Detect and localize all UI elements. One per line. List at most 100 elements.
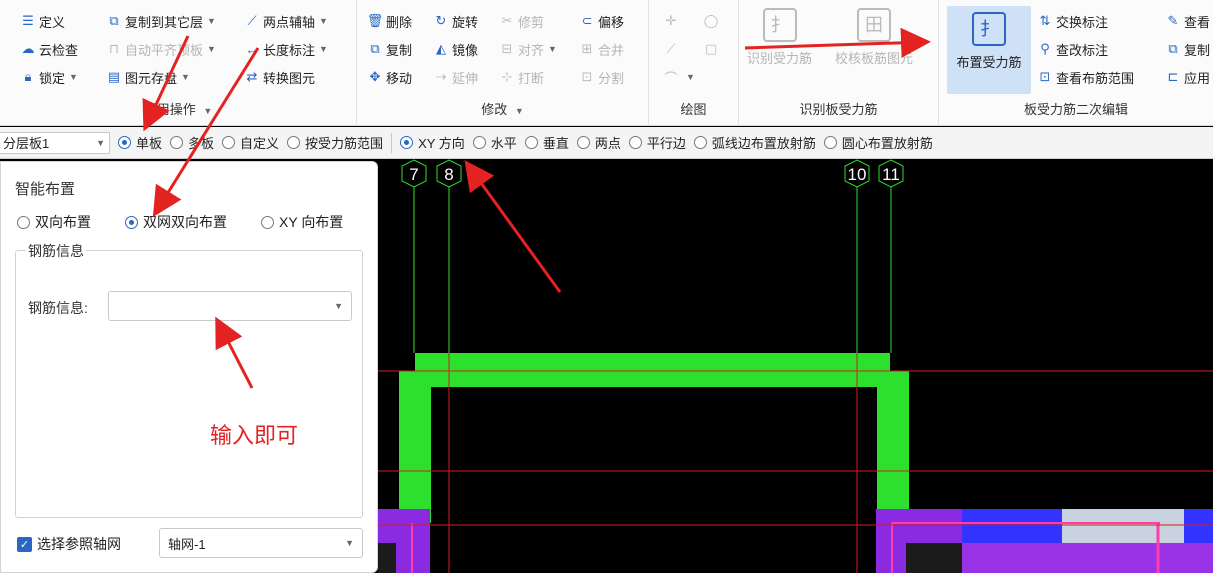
copy-rebar-icon: ⧉ xyxy=(1168,41,1178,56)
copy-button[interactable]: ⧉ 复制 xyxy=(367,38,412,60)
radio-dot xyxy=(823,136,837,149)
view-range-icon: ⊡ xyxy=(1039,69,1051,84)
axis-bubble-7[interactable]: 7 xyxy=(401,159,427,188)
identify-rebar-icon: 扌 xyxy=(762,8,797,42)
view-range-button[interactable]: ⊡ 查看布筋范围 xyxy=(1037,66,1134,88)
view-button[interactable]: ✎ 查看 xyxy=(1165,10,1210,32)
draw-rect-button[interactable]: ▢ xyxy=(703,38,722,60)
move-button[interactable]: ✥ 移动 xyxy=(367,66,412,88)
group-general-label: 通用操作 ▼ xyxy=(143,102,213,117)
beam-violet[interactable] xyxy=(962,543,1213,573)
line-icon: ⟋ xyxy=(666,41,676,56)
draw-point-button[interactable]: ✛ xyxy=(663,10,682,32)
radio-two-points[interactable]: 两点 xyxy=(576,133,621,152)
column-dark-left[interactable] xyxy=(378,543,396,573)
radio-dot xyxy=(17,215,30,229)
radio-dot xyxy=(472,136,486,149)
radio-custom[interactable]: 自定义 xyxy=(222,133,279,152)
axis-icon: ⟋ xyxy=(247,13,257,28)
draw-arc-button[interactable]: ⌒ ▼ xyxy=(663,66,694,88)
axis-bubble-10[interactable]: 10 xyxy=(844,159,870,188)
radio-double-net-bidirectional[interactable]: 双网双向布置 xyxy=(125,212,227,232)
convert-element-button[interactable]: ⇄ 转换图元 xyxy=(244,66,315,88)
group-modify: 🗑︎ 删除 ⧉ 复制 ✥ 移动 ↻ 旋转 ◭ 镜像 ⇢ 延伸 ✂ 修剪 ⊟ 对齐 ▼ ⊹ 打断 ⊂ 偏… xyxy=(357,0,649,126)
align-top-icon: ⊓ xyxy=(108,41,120,56)
chevron-down-icon: ▼ xyxy=(181,72,190,82)
axis-bubble-8[interactable]: 8 xyxy=(436,159,462,188)
draw-circle-button[interactable]: ◯ xyxy=(703,10,722,32)
check-mark-icon: ⚲ xyxy=(1040,41,1050,56)
swap-mark-button[interactable]: ⇅ 交换标注 xyxy=(1037,10,1108,32)
radio-center-radial[interactable]: 圆心布置放射筋 xyxy=(823,133,933,152)
delete-button[interactable]: 🗑︎ 删除 xyxy=(367,10,412,32)
length-mark-button[interactable]: ↔ 长度标注 ▼ xyxy=(244,38,328,60)
layout-rebar-button[interactable]: 扌 布置受力筋 xyxy=(947,6,1031,94)
radio-xy-layout[interactable]: XY 向布置 xyxy=(261,212,343,232)
axis-label: 7 xyxy=(409,165,418,184)
radio-multi-slab[interactable]: 多板 xyxy=(170,133,214,152)
trim-button[interactable]: ✂ 修剪 xyxy=(499,10,544,32)
ribbon-toolbar: ☰ 定义 ☁ 云检查 🔒︎ 锁定 ▼ ⧉ 复制到其它层 ▼ ⊓ 自动平齐顶板 ▼ ▤ 图元存盘 ▼ … xyxy=(0,0,1213,126)
draw-line-button[interactable]: ⟋ xyxy=(663,38,682,60)
layout-rebar-icon: 扌 xyxy=(972,12,1006,46)
rebar-info-select[interactable]: ▼ xyxy=(108,291,352,321)
radio-parallel-edge[interactable]: 平行边 xyxy=(628,133,686,152)
layer-select[interactable]: 分层板1 ▼ xyxy=(0,131,110,154)
column-dark[interactable] xyxy=(906,543,962,573)
group-secondary-edit: 扌 布置受力筋 ⇅ 交换标注 ⚲ 查改标注 ⊡ 查看布筋范围 ✎ 查看 ⧉ 复制 ⊏ 应用 … xyxy=(939,0,1213,126)
chevron-down-icon: ▼ xyxy=(345,538,354,548)
panel-title: 智能布置 xyxy=(15,181,76,198)
rotate-icon: ↻ xyxy=(435,13,447,28)
checkmark-icon: ✓ xyxy=(17,536,32,552)
radio-xy-direction[interactable]: XY 方向 xyxy=(400,133,465,152)
radio-dot xyxy=(576,136,590,149)
copy-rebar-button[interactable]: ⧉ 复制 xyxy=(1165,38,1210,60)
trim-icon: ✂ xyxy=(501,13,513,28)
slab-outline[interactable] xyxy=(399,353,909,523)
radio-arc-radial[interactable]: 弧线边布置放射筋 xyxy=(693,133,816,152)
apply-button[interactable]: ⊏ 应用 xyxy=(1165,66,1210,88)
align-button[interactable]: ⊟ 对齐 ▼ xyxy=(499,38,557,60)
split-button[interactable]: ⊡ 分割 xyxy=(579,66,624,88)
cloud-check-button[interactable]: ☁ 云检查 xyxy=(20,38,79,60)
radio-dot xyxy=(118,136,131,149)
check-rebar-button[interactable]: 田 校核板筋图元 xyxy=(835,8,913,67)
apply-icon: ⊏ xyxy=(1167,69,1179,84)
circle-icon: ◯ xyxy=(703,13,719,28)
rotate-button[interactable]: ↻ 旋转 xyxy=(433,10,478,32)
beam-blue-end[interactable] xyxy=(1184,509,1213,543)
convert-icon: ⇄ xyxy=(246,69,258,84)
radio-by-rebar-range[interactable]: 按受力筋范围 xyxy=(287,133,383,152)
chevron-down-icon: ▼ xyxy=(334,301,343,311)
rectangle-icon: ▢ xyxy=(704,41,718,56)
check-rebar-icon: 田 xyxy=(857,8,891,42)
define-button[interactable]: ☰ 定义 xyxy=(20,10,65,32)
ref-axis-checkbox[interactable]: ✓ 选择参照轴网 xyxy=(17,534,121,554)
lock-icon: 🔒︎ xyxy=(24,69,32,84)
radio-dot xyxy=(125,215,138,229)
radio-dot xyxy=(170,136,184,149)
break-button[interactable]: ⊹ 打断 xyxy=(499,66,544,88)
copy-to-other-floor-button[interactable]: ⧉ 复制到其它层 ▼ xyxy=(106,10,216,32)
beam-blue[interactable] xyxy=(962,509,1062,543)
radio-dot xyxy=(524,136,538,149)
auto-align-top-button[interactable]: ⊓ 自动平齐顶板 ▼ xyxy=(106,38,216,60)
two-point-axis-button[interactable]: ⟋ 两点辅轴 ▼ xyxy=(244,10,328,32)
radio-single-slab[interactable]: 单板 xyxy=(118,133,162,152)
lock-button[interactable]: 🔒︎ 锁定 ▼ xyxy=(20,66,78,88)
align-icon: ⊟ xyxy=(501,41,513,56)
axis-select[interactable]: 轴网-1 ▼ xyxy=(159,528,363,558)
offset-button[interactable]: ⊂ 偏移 xyxy=(579,10,624,32)
merge-button[interactable]: ⊞ 合并 xyxy=(579,38,624,60)
mirror-button[interactable]: ◭ 镜像 xyxy=(433,38,478,60)
extend-button[interactable]: ⇢ 延伸 xyxy=(433,66,478,88)
radio-horizontal[interactable]: 水平 xyxy=(472,133,517,152)
radio-vertical[interactable]: 垂直 xyxy=(524,133,569,152)
save-element-button[interactable]: ▤ 图元存盘 ▼ xyxy=(106,66,190,88)
beam-gray[interactable] xyxy=(1062,509,1184,543)
identify-rebar-button[interactable]: 扌 识别受力筋 xyxy=(747,8,812,67)
check-mark-button[interactable]: ⚲ 查改标注 xyxy=(1037,38,1108,60)
rebar-info-group: 钢筋信息 钢筋信息: ▼ xyxy=(15,241,363,518)
axis-bubble-11[interactable]: 11 xyxy=(878,159,904,188)
radio-bidirectional[interactable]: 双向布置 xyxy=(17,212,91,232)
